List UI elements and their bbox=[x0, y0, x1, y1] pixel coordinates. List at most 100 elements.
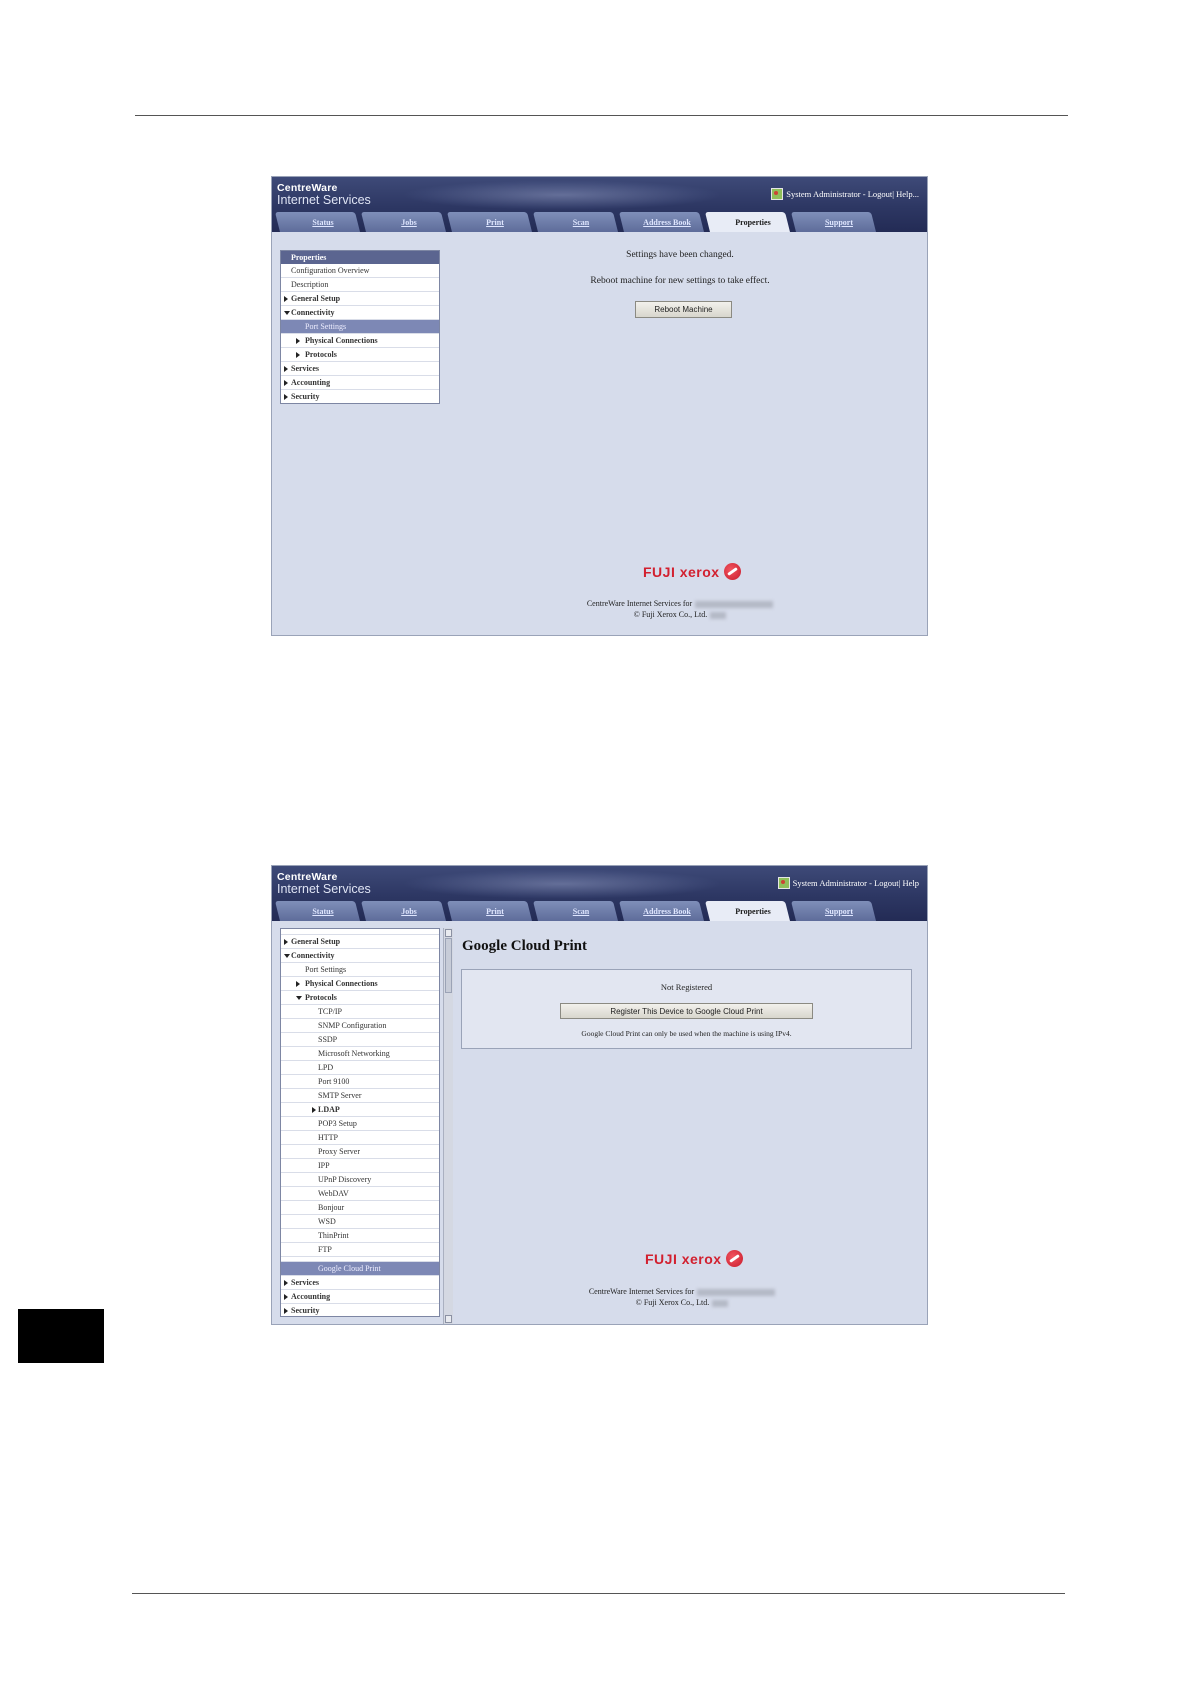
sidebar-item-physical-connections[interactable]: Physical Connections bbox=[281, 977, 439, 991]
caret-down-icon bbox=[284, 311, 290, 315]
reboot-machine-button[interactable]: Reboot Machine bbox=[635, 301, 732, 318]
tab-support[interactable]: Support bbox=[796, 901, 882, 921]
sidebar-item-security[interactable]: Security bbox=[281, 390, 439, 403]
sidebar-item-physical-connections[interactable]: Physical Connections bbox=[281, 334, 439, 348]
tab-jobs[interactable]: Jobs bbox=[366, 901, 452, 921]
sidebar-item-port-settings[interactable]: Port Settings bbox=[281, 320, 439, 334]
caret-right-icon bbox=[296, 352, 300, 358]
sidebar-item-snmp-configuration[interactable]: SNMP Configuration bbox=[281, 1019, 439, 1033]
tab-status[interactable]: Status bbox=[280, 901, 366, 921]
sidebar-item-general-setup[interactable]: General Setup bbox=[281, 935, 439, 949]
tab-print[interactable]: Print bbox=[452, 901, 538, 921]
caret-right-icon bbox=[284, 296, 288, 302]
caret-down-icon bbox=[296, 996, 302, 1000]
sidebar-item-http[interactable]: HTTP bbox=[281, 1131, 439, 1145]
screenshot-google-cloud-print: CentreWare Internet Services System Admi… bbox=[271, 865, 928, 1325]
fuji-xerox-logo: FUJI xerox bbox=[645, 1250, 743, 1267]
sidebar-item-webdav[interactable]: WebDAV bbox=[281, 1187, 439, 1201]
register-device-button[interactable]: Register This Device to Google Cloud Pri… bbox=[560, 1003, 813, 1019]
brand-subtitle: Internet Services bbox=[277, 882, 371, 896]
footer-copyright: © Fuji Xerox Co., Ltd. bbox=[557, 1298, 807, 1307]
sidebar-item-pop3-setup[interactable]: POP3 Setup bbox=[281, 1117, 439, 1131]
user-icon bbox=[771, 188, 784, 200]
sidebar-item-configuration-overview[interactable]: Configuration Overview bbox=[281, 264, 439, 278]
sidebar-item-port-settings[interactable]: Port Settings bbox=[281, 963, 439, 977]
settings-changed-message: Settings have been changed. bbox=[626, 250, 734, 260]
sidebar-item-general-setup[interactable]: General Setup bbox=[281, 292, 439, 306]
sidebar-item-ftp[interactable]: FTP bbox=[281, 1243, 439, 1257]
tab-support[interactable]: Support bbox=[796, 212, 882, 232]
sidebar-item-services[interactable]: Services bbox=[281, 1276, 439, 1290]
tab-jobs[interactable]: Jobs bbox=[366, 212, 452, 232]
caret-right-icon bbox=[284, 1280, 288, 1286]
sidebar-item-lpd[interactable]: LPD bbox=[281, 1061, 439, 1075]
sidebar-item-tcpip[interactable]: TCP/IP bbox=[281, 1005, 439, 1019]
user-area: System Administrator - Logout| Help... bbox=[771, 188, 919, 200]
caret-right-icon bbox=[284, 380, 288, 386]
sidebar-item-microsoft-networking[interactable]: Microsoft Networking bbox=[281, 1047, 439, 1061]
sidebar-item-services[interactable]: Services bbox=[281, 362, 439, 376]
screenshot-reboot: CentreWare Internet Services System Admi… bbox=[271, 176, 928, 636]
sidebar-item-security[interactable]: Security bbox=[281, 1304, 439, 1316]
caret-right-icon bbox=[284, 1294, 288, 1300]
reboot-instruction-message: Reboot machine for new settings to take … bbox=[590, 276, 770, 286]
chapter-tab-marker bbox=[18, 1309, 104, 1363]
tab-print[interactable]: Print bbox=[452, 212, 538, 232]
caret-right-icon bbox=[284, 939, 288, 945]
tab-scan[interactable]: Scan bbox=[538, 212, 624, 232]
footer-product-line: CentreWare Internet Services for bbox=[555, 599, 805, 608]
brand-subtitle: Internet Services bbox=[277, 193, 371, 207]
fuji-xerox-logo: FUJI xerox bbox=[643, 563, 741, 580]
scroll-up-icon[interactable] bbox=[445, 929, 452, 937]
sidebar-item-proxy-server[interactable]: Proxy Server bbox=[281, 1145, 439, 1159]
sidebar-item-smtp-server[interactable]: SMTP Server bbox=[281, 1089, 439, 1103]
caret-right-icon bbox=[296, 338, 300, 344]
tab-address-book[interactable]: Address Book bbox=[624, 212, 710, 232]
sidebar-item-connectivity[interactable]: Connectivity bbox=[281, 949, 439, 963]
user-links[interactable]: System Administrator - Logout| Help... bbox=[786, 189, 919, 199]
sidebar-item-google-cloud-print[interactable]: Google Cloud Print bbox=[281, 1262, 439, 1276]
sidebar-item-accounting[interactable]: Accounting bbox=[281, 376, 439, 390]
top-rule bbox=[135, 115, 1068, 116]
footer-product-line: CentreWare Internet Services for bbox=[557, 1287, 807, 1296]
tab-properties[interactable]: Properties bbox=[710, 901, 796, 921]
caret-right-icon bbox=[284, 394, 288, 400]
main-tabs: Status Jobs Print Scan Address Book Prop… bbox=[280, 901, 882, 921]
sidebar-item-protocols[interactable]: Protocols bbox=[281, 991, 439, 1005]
main-tabs: Status Jobs Print Scan Address Book Prop… bbox=[280, 212, 882, 232]
sidebar-item-ssdp[interactable]: SSDP bbox=[281, 1033, 439, 1047]
tab-scan[interactable]: Scan bbox=[538, 901, 624, 921]
sidebar-item-connectivity[interactable]: Connectivity bbox=[281, 306, 439, 320]
app-header: CentreWare Internet Services System Admi… bbox=[272, 866, 927, 921]
sidebar-item-wsd[interactable]: WSD bbox=[281, 1215, 439, 1229]
sidebar-scrollbar[interactable] bbox=[443, 928, 453, 1324]
scroll-down-icon[interactable] bbox=[445, 1315, 452, 1323]
registration-status: Not Registered bbox=[660, 982, 713, 992]
sidebar-item-upnp-discovery[interactable]: UPnP Discovery bbox=[281, 1173, 439, 1187]
tab-properties[interactable]: Properties bbox=[710, 212, 796, 232]
sidebar-item-accounting[interactable]: Accounting bbox=[281, 1290, 439, 1304]
tab-address-book[interactable]: Address Book bbox=[624, 901, 710, 921]
sidebar-item-ipp[interactable]: IPP bbox=[281, 1159, 439, 1173]
sidebar-item-port-9100[interactable]: Port 9100 bbox=[281, 1075, 439, 1089]
user-icon bbox=[777, 877, 790, 889]
sidebar-item-description[interactable]: Description bbox=[281, 278, 439, 292]
sidebar-item-protocols[interactable]: Protocols bbox=[281, 348, 439, 362]
header-welcome-graphic bbox=[402, 869, 722, 899]
sidebar-title: Properties bbox=[281, 251, 439, 264]
user-area: System Administrator - Logout| Help bbox=[777, 877, 919, 889]
bottom-rule bbox=[132, 1593, 1065, 1594]
ipv4-note: Google Cloud Print can only be used when… bbox=[581, 1029, 792, 1038]
app-header: CentreWare Internet Services System Admi… bbox=[272, 177, 927, 232]
sidebar-item-thinprint[interactable]: ThinPrint bbox=[281, 1229, 439, 1243]
caret-down-icon bbox=[284, 954, 290, 958]
tab-status[interactable]: Status bbox=[280, 212, 366, 232]
caret-right-icon bbox=[312, 1107, 316, 1113]
sidebar-item-ldap[interactable]: LDAP bbox=[281, 1103, 439, 1117]
xerox-sphere-icon bbox=[725, 1250, 743, 1267]
user-links[interactable]: System Administrator - Logout| Help bbox=[793, 878, 919, 888]
sidebar-item-bonjour[interactable]: Bonjour bbox=[281, 1201, 439, 1215]
xerox-sphere-icon bbox=[723, 563, 741, 580]
caret-right-icon bbox=[296, 981, 300, 987]
scrollbar-thumb[interactable] bbox=[445, 938, 452, 993]
